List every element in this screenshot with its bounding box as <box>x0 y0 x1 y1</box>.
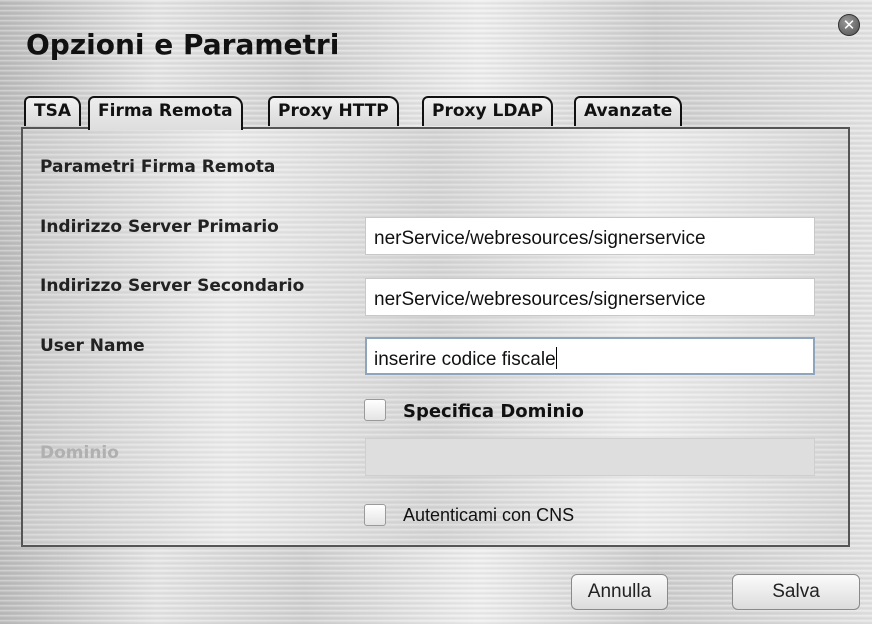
domain-label: Dominio <box>40 443 119 463</box>
cancel-button[interactable]: Annulla <box>571 574 668 610</box>
close-icon[interactable]: ✕ <box>838 14 860 36</box>
secondary-server-label: Indirizzo Server Secondario <box>40 276 305 296</box>
tab-firma-remota[interactable]: Firma Remota <box>88 96 243 130</box>
cns-auth-checkbox[interactable] <box>364 504 386 526</box>
dialog-title: Opzioni e Parametri <box>26 28 340 61</box>
specify-domain-checkbox[interactable] <box>364 399 386 421</box>
user-name-value: inserire codice fiscale <box>374 349 556 370</box>
save-button[interactable]: Salva <box>732 574 860 610</box>
domain-input <box>365 438 815 476</box>
secondary-server-input[interactable]: nerService/webresources/signerservice <box>365 278 815 316</box>
primary-server-label: Indirizzo Server Primario <box>40 217 279 237</box>
cns-auth-label[interactable]: Autenticami con CNS <box>403 505 574 526</box>
primary-server-input[interactable]: nerService/webresources/signerservice <box>365 217 815 255</box>
tab-proxy-http[interactable]: Proxy HTTP <box>268 96 399 126</box>
specify-domain-label[interactable]: Specifica Dominio <box>403 401 584 422</box>
tab-tsa[interactable]: TSA <box>24 96 81 126</box>
tab-avanzate[interactable]: Avanzate <box>574 96 683 126</box>
section-title: Parametri Firma Remota <box>40 157 276 177</box>
user-name-input[interactable]: inserire codice fiscale <box>365 337 815 375</box>
user-name-label: User Name <box>40 336 145 356</box>
text-caret <box>555 347 557 369</box>
tab-proxy-ldap[interactable]: Proxy LDAP <box>422 96 554 126</box>
